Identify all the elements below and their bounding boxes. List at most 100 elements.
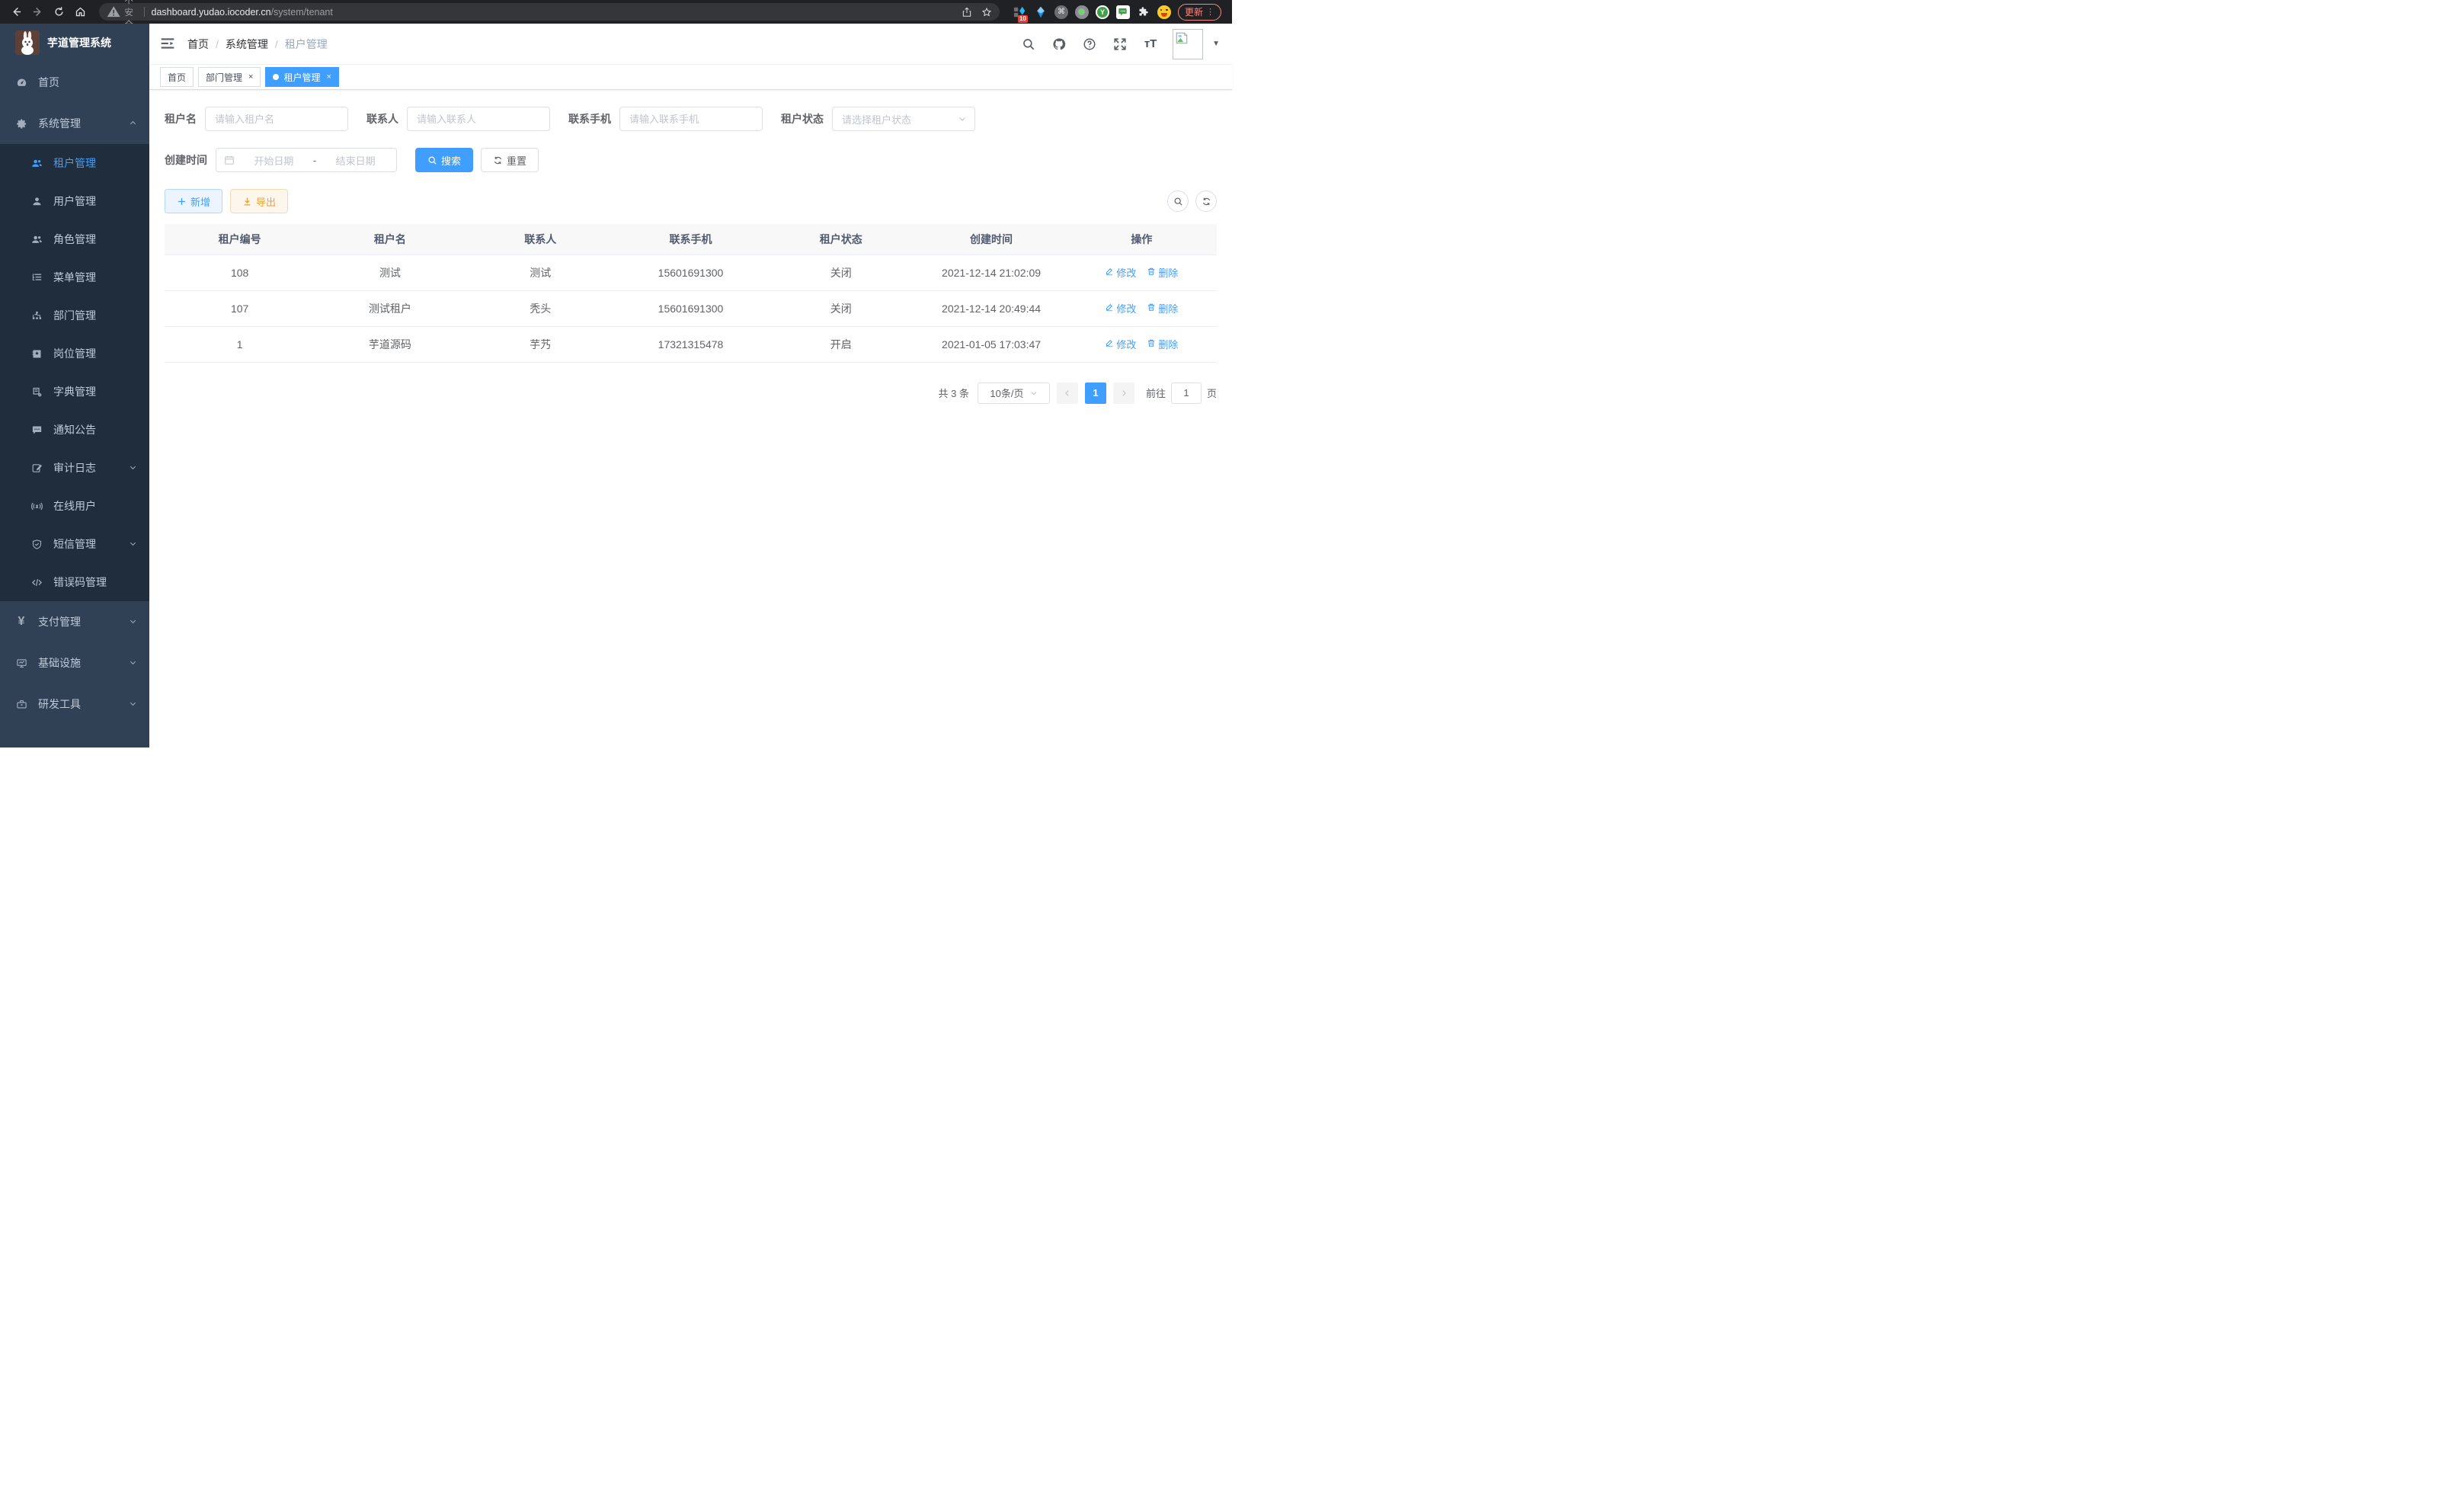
sidebar-item-岗位管理[interactable]: 岗位管理 bbox=[0, 335, 149, 373]
toggle-search-button[interactable] bbox=[1167, 190, 1189, 212]
column-header-租户状态: 租户状态 bbox=[766, 224, 916, 255]
page-number-1[interactable]: 1 bbox=[1085, 383, 1106, 404]
edit-icon bbox=[1105, 267, 1114, 278]
add-button[interactable]: 新增 bbox=[165, 189, 222, 213]
breadcrumb-item-首页[interactable]: 首页 bbox=[187, 37, 209, 52]
mobile-input[interactable] bbox=[619, 107, 763, 131]
delete-icon bbox=[1147, 338, 1156, 350]
help-icon[interactable] bbox=[1081, 36, 1098, 53]
sidebar-item-部门管理[interactable]: 部门管理 bbox=[0, 296, 149, 335]
tab-租户管理[interactable]: 租户管理× bbox=[265, 67, 338, 87]
user-avatar[interactable] bbox=[1173, 29, 1203, 59]
sidebar-collapse-icon[interactable] bbox=[160, 36, 177, 53]
cell-contact: 芋艿 bbox=[466, 326, 616, 362]
column-header-租户编号: 租户编号 bbox=[165, 224, 315, 255]
search-icon bbox=[427, 155, 437, 165]
extension-chat-icon[interactable] bbox=[1116, 5, 1130, 19]
browser-home-icon[interactable] bbox=[72, 4, 88, 21]
avatar-dropdown-caret[interactable]: ▼ bbox=[1212, 40, 1220, 48]
chrome-menu-icon[interactable]: ⋮ bbox=[1206, 7, 1214, 17]
search-icon bbox=[1173, 197, 1183, 206]
logo-row[interactable]: 芋道管理系统 bbox=[0, 24, 149, 62]
reset-button[interactable]: 重置 bbox=[481, 148, 539, 172]
cell-id: 108 bbox=[165, 255, 315, 290]
extension-vue-devtools-icon[interactable] bbox=[1034, 5, 1048, 19]
font-size-icon[interactable]: тT bbox=[1142, 36, 1159, 53]
extension-command-icon[interactable]: ⌘ bbox=[1054, 5, 1068, 19]
create-time-range-picker[interactable]: 开始日期 - 结束日期 bbox=[216, 148, 397, 172]
broken-image-icon bbox=[1175, 31, 1189, 45]
status-select[interactable]: 请选择租户状态 bbox=[832, 107, 975, 131]
sidebar-item-支付管理[interactable]: ¥支付管理 bbox=[0, 601, 149, 642]
delete-link[interactable]: 删除 bbox=[1147, 265, 1178, 280]
bookmark-star-icon[interactable] bbox=[981, 7, 992, 18]
tenant-name-input[interactable] bbox=[205, 107, 348, 131]
refresh-icon bbox=[493, 155, 503, 165]
refresh-table-button[interactable] bbox=[1195, 190, 1217, 212]
sidebar-item-研发工具[interactable]: 研发工具 bbox=[0, 683, 149, 725]
sidebar-item-字典管理[interactable]: 字典管理 bbox=[0, 373, 149, 411]
profile-avatar-icon[interactable] bbox=[1157, 5, 1171, 19]
mobile-label: 联系手机 bbox=[568, 111, 611, 126]
search-button[interactable]: 搜索 bbox=[415, 148, 473, 172]
sidebar-item-系统管理[interactable]: 系统管理 bbox=[0, 103, 149, 144]
page-size-select[interactable]: 10条/页 bbox=[978, 383, 1050, 404]
share-icon[interactable] bbox=[962, 7, 972, 18]
chevron-down-icon bbox=[129, 538, 137, 550]
extension-y-icon[interactable]: Y bbox=[1096, 5, 1109, 19]
download-icon bbox=[242, 197, 252, 206]
edit-link[interactable]: 修改 bbox=[1105, 301, 1136, 315]
delete-link[interactable]: 删除 bbox=[1147, 301, 1178, 315]
user-icon bbox=[30, 195, 43, 207]
column-header-租户名: 租户名 bbox=[315, 224, 465, 255]
pay-icon: ¥ bbox=[15, 616, 27, 628]
sidebar-item-错误码管理[interactable]: 错误码管理 bbox=[0, 563, 149, 601]
browser-back-icon[interactable] bbox=[8, 4, 24, 21]
contact-input[interactable] bbox=[407, 107, 550, 131]
edit-link[interactable]: 修改 bbox=[1105, 265, 1136, 280]
sidebar-item-审计日志[interactable]: 审计日志 bbox=[0, 449, 149, 487]
sidebar-item-通知公告[interactable]: 通知公告 bbox=[0, 411, 149, 449]
sidebar-item-基础设施[interactable]: 基础设施 bbox=[0, 642, 149, 683]
dashboard-icon bbox=[15, 76, 27, 88]
extension-tanstack-icon[interactable]: 10 bbox=[1013, 5, 1027, 19]
header-search-icon[interactable] bbox=[1020, 36, 1037, 53]
fullscreen-icon[interactable] bbox=[1112, 36, 1128, 53]
dict-icon bbox=[30, 386, 43, 398]
extension-badge: 10 bbox=[1018, 15, 1028, 23]
sidebar-item-菜单管理[interactable]: 菜单管理 bbox=[0, 258, 149, 296]
cell-mobile: 17321315478 bbox=[616, 326, 766, 362]
cell-id: 107 bbox=[165, 290, 315, 326]
github-icon[interactable] bbox=[1051, 36, 1067, 53]
dept-icon bbox=[30, 309, 43, 322]
edit-link[interactable]: 修改 bbox=[1105, 337, 1136, 351]
tab-首页[interactable]: 首页 bbox=[160, 67, 194, 87]
url-text: dashboard.yudao.iocoder.cn/system/tenant bbox=[152, 7, 962, 18]
goto-page-input[interactable] bbox=[1171, 383, 1202, 404]
browser-forward-icon[interactable] bbox=[29, 4, 46, 21]
tab-close-icon[interactable]: × bbox=[326, 72, 331, 82]
chrome-update-button[interactable]: 更新 ⋮ bbox=[1178, 4, 1221, 21]
sidebar: 芋道管理系统 首页系统管理租户管理用户管理角色管理菜单管理部门管理岗位管理字典管… bbox=[0, 24, 149, 748]
prev-page-button[interactable] bbox=[1057, 383, 1078, 404]
chevron-down-icon bbox=[958, 114, 967, 123]
extensions-puzzle-icon[interactable] bbox=[1137, 5, 1150, 19]
sidebar-item-首页[interactable]: 首页 bbox=[0, 62, 149, 103]
delete-link[interactable]: 删除 bbox=[1147, 337, 1178, 351]
sidebar-item-在线用户[interactable]: 在线用户 bbox=[0, 487, 149, 525]
address-bar[interactable]: 不安全 dashboard.yudao.iocoder.cn/system/te… bbox=[99, 3, 1000, 21]
tab-部门管理[interactable]: 部门管理× bbox=[198, 67, 261, 87]
sidebar-item-角色管理[interactable]: 角色管理 bbox=[0, 220, 149, 258]
browser-reload-icon[interactable] bbox=[50, 4, 67, 21]
tenant-table: 租户编号租户名联系人联系手机租户状态创建时间操作 108测试测试15601691… bbox=[165, 224, 1217, 363]
next-page-button[interactable] bbox=[1113, 383, 1134, 404]
cell-id: 1 bbox=[165, 326, 315, 362]
cell-actions: 修改删除 bbox=[1067, 255, 1217, 290]
tab-close-icon[interactable]: × bbox=[248, 72, 253, 82]
export-button[interactable]: 导出 bbox=[230, 189, 288, 213]
sidebar-item-租户管理[interactable]: 租户管理 bbox=[0, 144, 149, 182]
breadcrumb-item-系统管理[interactable]: 系统管理 bbox=[226, 37, 268, 52]
sidebar-item-用户管理[interactable]: 用户管理 bbox=[0, 182, 149, 220]
sidebar-item-短信管理[interactable]: 短信管理 bbox=[0, 525, 149, 563]
extension-dot-icon[interactable] bbox=[1075, 5, 1089, 19]
